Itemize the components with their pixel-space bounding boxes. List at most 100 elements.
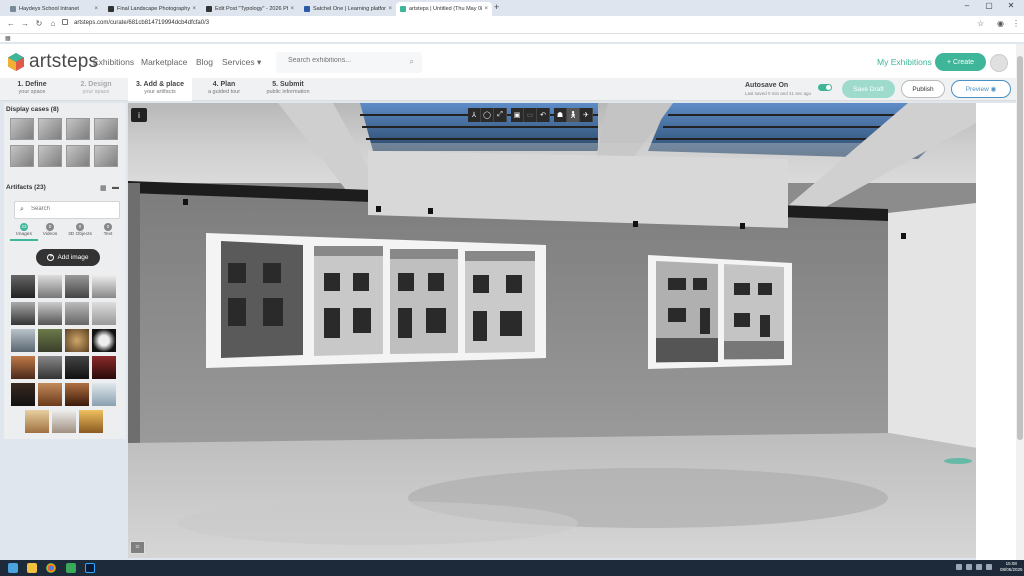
apps-grid-icon[interactable]: ▦ [5,35,11,42]
maximize-icon[interactable]: ▢ [980,1,998,10]
artifact-thumbnail[interactable] [38,356,62,379]
reload-icon[interactable]: ↻ [34,19,44,28]
tab-3d-objects[interactable]: 0 3D Objects [66,223,94,237]
artifact-thumbnail[interactable] [38,275,62,298]
artifact-thumbnail[interactable] [38,302,62,325]
step-plan[interactable]: 4. Plan a guided tour [192,78,256,101]
fly-mode-icon[interactable]: ✈︎ [580,108,593,122]
folder-icon[interactable]: ▬ [112,184,119,191]
exhibition-search-input[interactable] [288,57,406,64]
profile-icon[interactable]: ◉ [997,19,1004,28]
tab-close-icon[interactable]: × [192,6,196,12]
app-icon[interactable] [66,563,76,573]
walls-icon[interactable]: ☗ [554,108,567,122]
tab-close-icon[interactable]: × [290,6,294,12]
home-icon[interactable]: ⌂ [48,19,58,28]
step-submit[interactable]: 5. Submit public information [256,78,320,101]
artifact-thumbnail[interactable] [65,302,89,325]
display-case-item[interactable] [66,118,90,140]
network-icon[interactable] [966,564,972,570]
info-icon[interactable]: i [131,108,147,122]
url-field[interactable]: artsteps.com/curate/681cb814719994dcb4df… [62,19,209,26]
artifact-thumbnail[interactable] [11,383,35,406]
step-add-place[interactable]: 3. Add & place your artifacts [128,78,192,101]
autosave-toggle[interactable] [818,84,832,91]
artifact-thumbnail[interactable] [11,329,35,352]
duplicate-icon[interactable]: ▣ [511,108,524,122]
tray-icon[interactable] [956,564,962,570]
nav-exhibitions[interactable]: Exhibitions [93,57,134,67]
minimize-icon[interactable]: – [958,1,976,10]
tab-text[interactable]: 0 Text [94,223,122,237]
tab-close-icon[interactable]: × [388,6,392,12]
display-case-item[interactable] [66,145,90,167]
step-define[interactable]: 1. Define your space [0,78,64,101]
page-scrollbar-thumb[interactable] [1017,56,1023,440]
delete-icon[interactable]: ▭ [524,108,537,122]
browser-tab-1[interactable]: Haydeys School Intranet × [6,2,102,16]
tab-videos[interactable]: 0 Videos [36,223,64,237]
display-case-item[interactable] [94,118,118,140]
browser-tab-5-active[interactable]: artsteps | Untitled (Thu May 08 × [396,2,492,16]
artifact-thumbnail[interactable] [92,275,116,298]
move-axes-icon[interactable]: ⅄ [468,108,481,122]
artifact-thumbnail[interactable] [65,275,89,298]
file-explorer-icon[interactable] [27,563,37,573]
artifact-thumbnail[interactable] [11,356,35,379]
artifact-thumbnail[interactable] [25,410,49,433]
browser-tab-4[interactable]: Satchel One | Learning platform × [300,2,396,16]
new-tab-icon[interactable]: + [494,2,499,12]
nav-marketplace[interactable]: Marketplace [141,57,187,67]
tab-close-icon[interactable]: × [94,6,98,12]
artifact-search-input[interactable] [31,206,116,212]
artwork-frame-houses-1[interactable] [206,233,546,368]
system-clock[interactable]: 15:08 08/05/2025 [1000,561,1023,573]
windows-start-icon[interactable] [8,563,18,573]
step-design[interactable]: 2. Design your space [64,78,128,101]
scale-icon[interactable]: ⤢ [494,108,507,122]
browser-tab-2[interactable]: Final Landscape Photography × [104,2,200,16]
publish-button[interactable]: Publish [901,80,945,98]
artifact-thumbnail[interactable] [52,410,76,433]
artifact-thumbnail[interactable] [92,302,116,325]
minimap-icon[interactable]: ⌗ [130,541,145,554]
artifact-thumbnail[interactable] [92,329,116,352]
gallery-3d-viewport[interactable] [128,103,976,558]
add-image-button[interactable]: + Add image [36,249,100,266]
battery-icon[interactable] [986,564,992,570]
artifact-thumbnail[interactable] [11,302,35,325]
display-case-item[interactable] [10,145,34,167]
close-window-icon[interactable]: ✕ [1002,1,1020,10]
display-case-item[interactable] [38,118,62,140]
artifact-thumbnail[interactable] [65,383,89,406]
forward-icon[interactable]: → [20,19,30,28]
preview-button[interactable]: Preview ◉ [951,80,1011,98]
tab-images[interactable]: 23 Images [10,223,38,241]
artifact-thumbnail[interactable] [92,356,116,379]
volume-icon[interactable] [976,564,982,570]
search-icon[interactable]: ⌕ [410,57,414,67]
chrome-icon[interactable] [46,563,56,573]
artifact-thumbnail[interactable] [65,329,89,352]
rotate-icon[interactable]: ◯ [481,108,494,122]
artwork-frame-houses-2[interactable] [648,255,792,369]
photoshop-icon[interactable] [85,563,95,573]
artsteps-logo[interactable]: artsteps [6,51,98,73]
site-info-icon[interactable] [62,19,68,25]
display-case-item[interactable] [38,145,62,167]
tab-close-icon[interactable]: × [484,6,488,12]
display-case-item[interactable] [10,118,34,140]
artifact-thumbnail[interactable] [38,383,62,406]
nav-services[interactable]: Services ▾ [222,57,261,68]
display-case-item[interactable] [94,145,118,167]
browser-tab-3[interactable]: Edit Post "Typology" - 2026 Ph × [202,2,298,16]
artifact-thumbnail[interactable] [11,275,35,298]
save-draft-button[interactable]: Save Draft [842,80,895,98]
artifact-thumbnail[interactable] [65,356,89,379]
artifact-thumbnail[interactable] [38,329,62,352]
bookmark-star-icon[interactable]: ☆ [977,19,984,28]
my-exhibitions-link[interactable]: My Exhibitions [877,57,932,67]
artifact-thumbnail[interactable] [92,383,116,406]
browser-menu-icon[interactable]: ⋮ [1012,19,1020,28]
grid-view-icon[interactable]: ▦ [100,184,107,192]
